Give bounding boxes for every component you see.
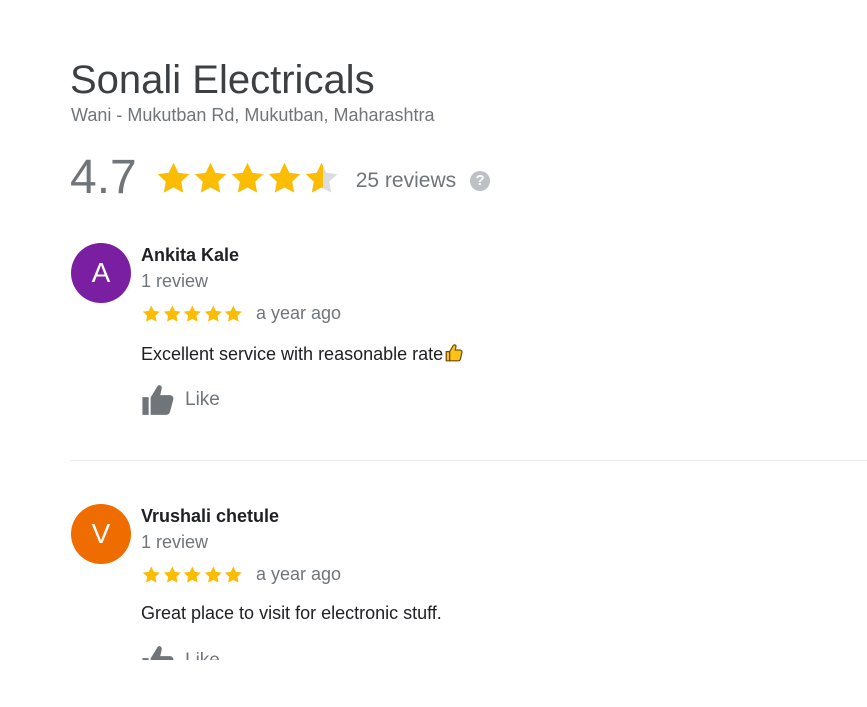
review-divider bbox=[70, 460, 867, 461]
review-text-content: Excellent service with reasonable rate bbox=[141, 344, 444, 364]
star-icon bbox=[157, 162, 189, 193]
star-icon bbox=[163, 566, 181, 583]
review-rating: a year ago bbox=[141, 564, 341, 585]
review-stars bbox=[141, 304, 244, 324]
star-icon bbox=[204, 305, 222, 322]
review-panel: Sonali Electricals Wani - Mukutban Rd, M… bbox=[0, 0, 867, 660]
review-rating: a year ago bbox=[141, 303, 341, 324]
like-button[interactable]: Like bbox=[141, 384, 220, 416]
reviewer-review-count: 1 review bbox=[141, 271, 209, 291]
like-label: Like bbox=[185, 389, 220, 410]
place-title: Sonali Electricals bbox=[70, 58, 375, 102]
star-icon bbox=[268, 162, 300, 193]
star-icon bbox=[225, 566, 243, 583]
star-icon bbox=[142, 566, 160, 583]
like-label: Like bbox=[185, 650, 220, 660]
star-icon bbox=[163, 305, 181, 322]
thumbs-up-icon bbox=[141, 645, 175, 660]
half-star-icon bbox=[305, 162, 337, 193]
like-button[interactable]: Like bbox=[141, 645, 220, 660]
star-icon bbox=[204, 566, 222, 583]
review-text: Excellent service with reasonable rate bbox=[141, 342, 465, 365]
avatar[interactable]: A bbox=[71, 243, 131, 303]
star-icon bbox=[183, 566, 201, 583]
star-icon bbox=[231, 162, 263, 193]
star-icon bbox=[194, 162, 226, 193]
reviewer-review-count: 1 review bbox=[141, 532, 209, 552]
rating-value: 4.7 bbox=[70, 151, 137, 204]
reviewer-name[interactable]: Ankita Kale bbox=[141, 245, 239, 266]
star-icon bbox=[142, 305, 160, 322]
review-text: Great place to visit for electronic stuf… bbox=[141, 603, 442, 623]
review-stars bbox=[141, 565, 244, 585]
reviewer-name[interactable]: Vrushali chetule bbox=[141, 506, 279, 527]
review-time: a year ago bbox=[255, 303, 342, 323]
star-icon bbox=[225, 305, 243, 322]
rating-stars bbox=[155, 160, 340, 197]
place-address: Wani - Mukutban Rd, Mukutban, Maharashtr… bbox=[71, 105, 435, 125]
help-icon[interactable]: ? bbox=[470, 171, 491, 191]
thumbs-up-icon bbox=[141, 384, 175, 416]
review-time: a year ago bbox=[255, 564, 342, 584]
reviews-count-link[interactable]: 25 reviews bbox=[356, 169, 456, 193]
star-icon bbox=[183, 305, 201, 322]
rating-summary: 4.7 25 reviews ? bbox=[70, 150, 491, 206]
avatar[interactable]: V bbox=[71, 504, 131, 564]
thumbs-up-emoji-icon bbox=[445, 344, 463, 362]
